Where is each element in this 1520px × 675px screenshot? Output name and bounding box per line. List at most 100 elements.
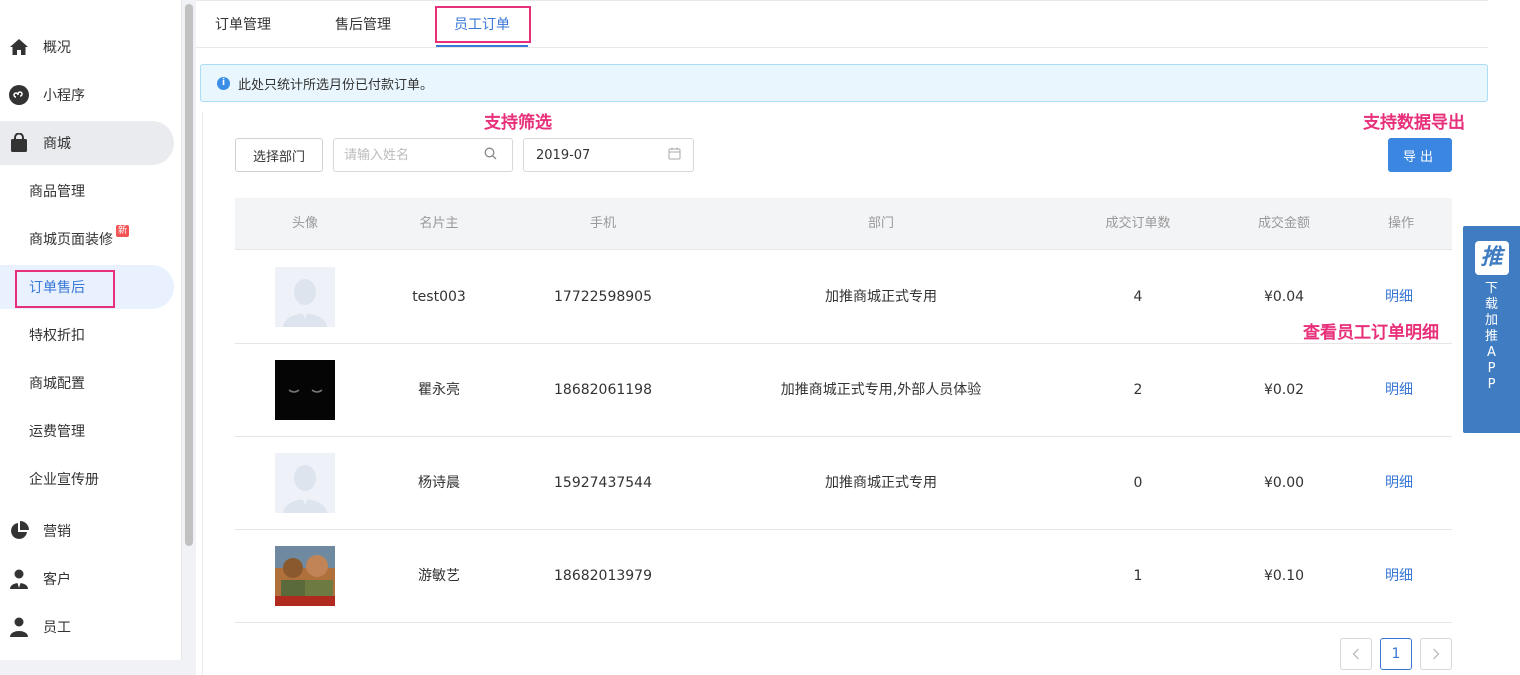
sidebar-item-label: 商城配置 — [29, 376, 85, 392]
prev-page-button[interactable] — [1340, 638, 1372, 670]
sidebar-item-label: 商品管理 — [29, 184, 85, 200]
month-value: 2019-07 — [536, 147, 591, 163]
sidebar-scrollbar[interactable] — [185, 4, 193, 546]
sidebar-item-label: 营销 — [43, 524, 71, 540]
month-picker[interactable]: 2019-07 — [523, 138, 694, 172]
department: 加推商城正式专用 — [825, 475, 937, 491]
table-header: 头像 名片主 手机 部门 成交订单数 成交金额 操作 — [235, 198, 1452, 250]
sidebar-item-product-manage[interactable]: 商品管理 — [0, 169, 174, 213]
tab-active-indicator — [436, 45, 528, 47]
sidebar-item-label: 员工 — [43, 620, 71, 636]
column-header: 操作 — [1387, 216, 1415, 231]
chevron-right-icon — [1433, 648, 1440, 660]
user-icon — [8, 616, 30, 638]
mini-program-icon — [8, 84, 30, 106]
detail-link[interactable]: 明细 — [1385, 530, 1413, 623]
sidebar-item-label: 企业宣传册 — [29, 472, 99, 488]
export-button[interactable]: 导出 — [1388, 138, 1452, 172]
tab-aftersale-manage[interactable]: 售后管理 — [335, 1, 391, 49]
name-search-input[interactable] — [344, 147, 484, 163]
shopping-bag-icon — [8, 132, 30, 154]
calendar-icon — [668, 147, 681, 164]
annotation-export: 支持数据导出 — [1363, 113, 1465, 133]
name-search — [333, 138, 513, 172]
sidebar-item-label: 小程序 — [43, 88, 85, 104]
sidebar-item-label: 商城 — [43, 136, 71, 152]
detail-link[interactable]: 明细 — [1385, 437, 1413, 530]
sidebar-item-mall[interactable]: 商城 — [0, 121, 174, 165]
table-row: 杨诗晨 15927437544 加推商城正式专用 0 ¥0.00 明细 — [235, 437, 1452, 530]
main-content: 订单管理 售后管理 员工订单 i 此处只统计所选月份已付款订单。 支持筛选 支持… — [196, 0, 1520, 675]
owner-name: 瞿永亮 — [418, 382, 460, 398]
home-icon — [8, 36, 30, 58]
phone: 15927437544 — [554, 475, 652, 491]
info-icon: i — [217, 76, 230, 90]
sidebar-item-mini-program[interactable]: 小程序 — [0, 73, 174, 117]
avatar — [275, 360, 335, 420]
detail-link[interactable]: 明细 — [1385, 344, 1413, 437]
department: 加推商城正式专用 — [825, 289, 937, 305]
phone: 18682013979 — [554, 568, 652, 584]
order-count: 1 — [1133, 568, 1143, 584]
new-badge: 新 — [116, 225, 130, 237]
table-row: test003 17722598905 加推商城正式专用 4 ¥0.04 明细 — [235, 251, 1452, 344]
sidebar-item-label: 特权折扣 — [29, 328, 85, 344]
amount: ¥0.04 — [1263, 289, 1305, 305]
tab-bar: 订单管理 售后管理 员工订单 — [196, 0, 1488, 48]
sidebar-item-mall-decoration[interactable]: 商城页面装修 新 — [0, 217, 174, 261]
app-logo: 推 — [1474, 241, 1509, 275]
info-alert: i 此处只统计所选月份已付款订单。 — [200, 64, 1488, 102]
annotation-filter: 支持筛选 — [484, 113, 552, 133]
column-header: 头像 — [291, 216, 319, 231]
alert-text: 此处只统计所选月份已付款订单。 — [238, 77, 434, 93]
download-app-text: 下载加推APP — [1484, 281, 1498, 392]
column-header: 名片主 — [419, 216, 459, 231]
select-department-button[interactable]: 选择部门 — [235, 138, 323, 172]
column-header: 成交订单数 — [1105, 216, 1171, 231]
sidebar-item-label: 运费管理 — [29, 424, 85, 440]
avatar — [275, 267, 335, 327]
sidebar: 概况 小程序 商城 商品管理 商城页面装修 新 订单售后 特权折扣 商城配置 运… — [0, 0, 182, 660]
phone: 17722598905 — [554, 289, 652, 305]
page-number-button[interactable]: 1 — [1380, 638, 1412, 670]
table-row: 游敏艺 18682013979 1 ¥0.10 明细 — [235, 530, 1452, 623]
customer-icon — [8, 568, 30, 590]
sidebar-item-marketing[interactable]: 营销 — [0, 509, 174, 553]
column-header: 手机 — [589, 216, 617, 231]
amount: ¥0.02 — [1263, 382, 1305, 398]
sidebar-item-brochure[interactable]: 企业宣传册 — [0, 457, 174, 501]
sidebar-item-label: 商城页面装修 — [29, 232, 113, 248]
search-icon[interactable] — [484, 147, 497, 164]
order-count: 0 — [1133, 475, 1143, 491]
avatar — [275, 453, 335, 513]
sidebar-item-privilege-discount[interactable]: 特权折扣 — [0, 313, 174, 357]
department: 加推商城正式专用,外部人员体验 — [780, 382, 982, 398]
highlight-box — [15, 270, 115, 308]
sidebar-item-customer[interactable]: 客户 — [0, 557, 174, 601]
sidebar-item-staff[interactable]: 员工 — [0, 605, 174, 649]
owner-name: test003 — [412, 289, 466, 305]
tab-order-manage[interactable]: 订单管理 — [215, 1, 271, 49]
chevron-left-icon — [1352, 648, 1359, 660]
owner-name: 游敏艺 — [418, 568, 460, 584]
order-count: 4 — [1133, 289, 1143, 305]
owner-name: 杨诗晨 — [418, 475, 460, 491]
sidebar-item-shipping[interactable]: 运费管理 — [0, 409, 174, 453]
column-header: 部门 — [867, 216, 895, 231]
sidebar-item-mall-config[interactable]: 商城配置 — [0, 361, 174, 405]
highlight-box — [435, 6, 531, 43]
sidebar-item-label: 客户 — [43, 572, 71, 588]
table-row: 瞿永亮 18682061198 加推商城正式专用,外部人员体验 2 ¥0.02 … — [235, 344, 1452, 437]
sidebar-item-label: 概况 — [43, 40, 71, 56]
download-app-float[interactable]: 推 下载加推APP — [1463, 226, 1520, 433]
column-header: 成交金额 — [1257, 216, 1311, 231]
amount: ¥0.00 — [1263, 475, 1305, 491]
pie-chart-icon — [8, 520, 30, 542]
order-count: 2 — [1133, 382, 1143, 398]
detail-link[interactable]: 明细 — [1385, 251, 1413, 344]
next-page-button[interactable] — [1420, 638, 1452, 670]
avatar — [275, 546, 335, 606]
sidebar-item-overview[interactable]: 概况 — [0, 25, 174, 69]
amount: ¥0.10 — [1263, 568, 1305, 584]
phone: 18682061198 — [554, 382, 652, 398]
